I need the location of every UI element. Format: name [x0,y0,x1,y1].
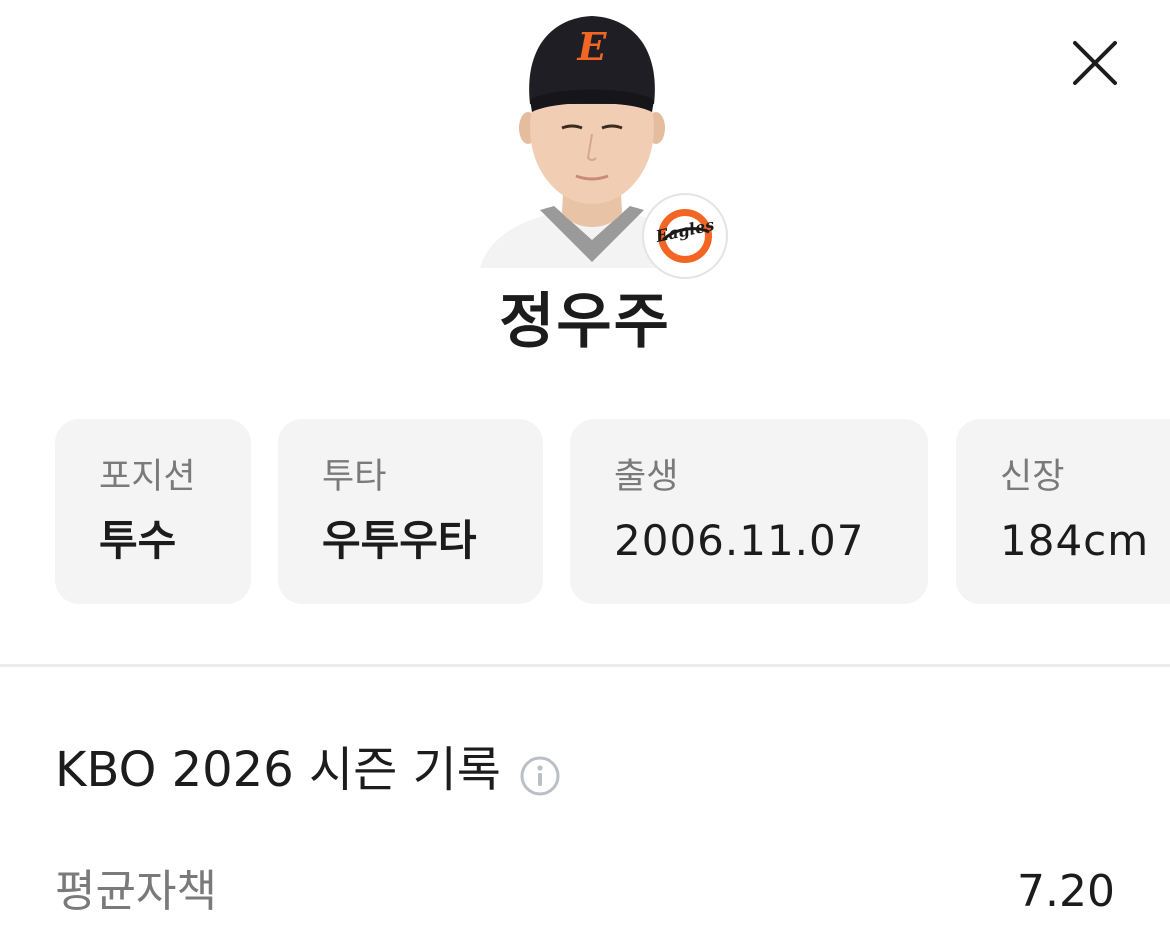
season-record-title: KBO 2026 시즌 기록 [55,738,561,802]
stat-row-era: 평균자책 7.20 [55,860,1115,924]
info-card-position: 포지션 투수 [55,419,251,604]
info-card-label: 출생 [614,457,679,497]
section-divider [0,664,1170,667]
info-card-label: 투타 [322,457,387,497]
player-profile-page: E Eagles 정우주 포지션 투수 투타 우투우타 출생 2006.11.0 [0,0,1170,939]
info-card-label: 포지션 [99,457,196,497]
info-card-value: 우투우타 [322,516,477,565]
info-card-value: 투수 [99,516,177,565]
info-card-bat-throw: 투타 우투우타 [278,419,543,604]
info-card-label: 신장 [1000,457,1065,497]
info-card-birth: 출생 2006.11.07 [570,419,928,604]
info-card-value: 2006.11.07 [614,516,865,565]
svg-text:E: E [577,24,608,69]
player-name: 정우주 [499,287,671,357]
player-photo-area: E Eagles [462,0,732,282]
stat-value: 7.20 [1017,866,1115,917]
season-record-title-text: KBO 2026 시즌 기록 [55,742,501,798]
info-card-height: 신장 184cm [956,419,1170,604]
eagles-logo-icon [658,209,712,263]
stat-label: 평균자책 [55,866,217,917]
close-button[interactable] [1066,34,1124,92]
info-card-value: 184cm [1000,516,1150,565]
close-icon [1073,41,1117,85]
team-logo: Eagles [642,193,728,279]
info-icon[interactable] [519,749,561,796]
